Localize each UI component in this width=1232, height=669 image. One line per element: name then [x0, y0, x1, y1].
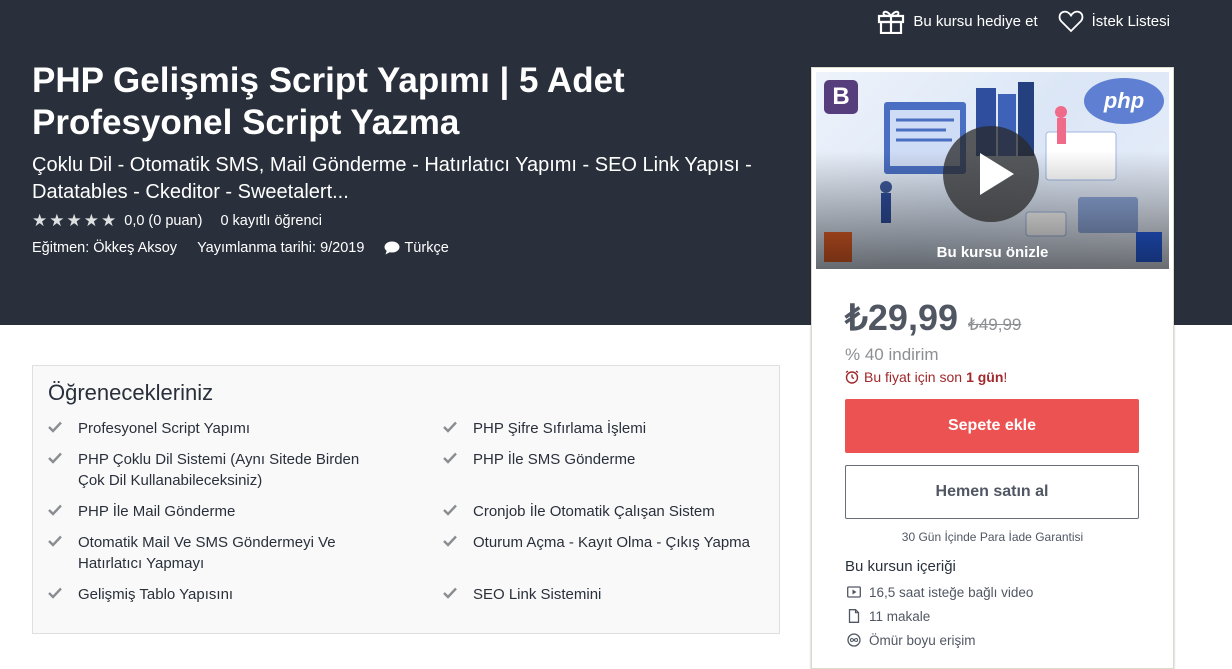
enrolled-count: 0 kayıtlı öğrenci	[220, 212, 323, 229]
buy-now-button[interactable]: Hemen satın al	[845, 465, 1139, 519]
include-label: Ömür boyu erişim	[869, 632, 976, 648]
what-you-will-learn: Öğrenecekleriniz Profesyonel Script Yapı…	[32, 365, 780, 634]
video-icon	[847, 586, 861, 598]
instructor[interactable]: Eğitmen: Ökkeş Aksoy	[32, 240, 177, 256]
learn-item-text: Otomatik Mail Ve SMS Göndermeyi Ve Hatır…	[78, 534, 336, 572]
check-icon	[443, 421, 457, 433]
check-icon	[443, 535, 457, 547]
original-price: ₺49,99	[968, 315, 1022, 334]
learn-item: SEO Link Sistemini	[443, 584, 763, 605]
star-icon: ★	[32, 211, 48, 230]
learn-item: PHP İle SMS Gönderme	[443, 449, 763, 470]
price-timer: Bu fiyat için son 1 gün!	[845, 369, 1007, 385]
meta-row: Eğitmen: Ökkeş Aksoy Yayımlanma tarihi: …	[32, 240, 449, 256]
course-title: PHP Gelişmiş Script Yapımı | 5 Adet Prof…	[32, 61, 625, 142]
play-button[interactable]	[943, 126, 1039, 222]
infinity-icon	[847, 633, 861, 647]
alarm-clock-icon	[845, 370, 859, 384]
learn-item: PHP Şifre Sıfırlama İşlemi	[443, 418, 763, 439]
learn-item-text: PHP Çoklu Dil Sistemi (Aynı Sitede Birde…	[78, 451, 360, 489]
check-icon	[48, 452, 62, 464]
article-icon	[848, 609, 860, 623]
rating-row: ★ ★ ★ ★ ★ 0,0 (0 puan) 0 kayıtlı öğrenci	[32, 212, 322, 229]
learn-item: PHP İle Mail Gönderme	[48, 501, 368, 522]
learn-item-text: Profesyonel Script Yapımı	[78, 420, 251, 437]
include-item-lifetime: Ömür boyu erişim	[847, 628, 1033, 652]
gift-course-button[interactable]: Bu kursu hediye et	[877, 8, 1038, 34]
bootstrap-logo: B	[824, 80, 858, 114]
preview-label: Bu kursu önizle	[936, 244, 1049, 261]
check-icon	[48, 587, 62, 599]
money-back-guarantee: 30 Gün İçinde Para İade Garantisi	[901, 530, 1084, 544]
include-item-articles: 11 makale	[847, 604, 1033, 628]
include-item-video: 16,5 saat isteğe bağlı video	[847, 580, 1033, 604]
learn-title: Öğrenecekleriniz	[48, 380, 214, 405]
current-price: ₺29,99	[845, 297, 958, 338]
course-subtitle: Çoklu Dil - Otomatik SMS, Mail Gönderme …	[32, 154, 752, 203]
learn-item-text: PHP İle SMS Gönderme	[473, 451, 636, 468]
learn-item: Profesyonel Script Yapımı	[48, 418, 368, 439]
rating-value: 0,0 (0 puan)	[124, 212, 203, 229]
gift-icon	[878, 10, 905, 34]
learn-item: Gelişmiş Tablo Yapısını	[48, 584, 368, 605]
discount-label: % 40 indirim	[845, 345, 939, 364]
learn-item-text: Gelişmiş Tablo Yapısını	[78, 586, 234, 603]
heart-icon	[1058, 10, 1083, 33]
language-label: Türkçe	[404, 240, 449, 256]
gift-course-label: Bu kursu hediye et	[913, 12, 1038, 30]
timer-remaining: 1 gün	[966, 369, 1004, 385]
star-icon: ★	[101, 211, 117, 230]
star-icon: ★	[49, 211, 65, 230]
purchase-card: B php Bu kursu önizle ₺29,99 ₺49,99 % 40…	[811, 67, 1174, 669]
check-icon	[48, 535, 62, 547]
check-icon	[48, 504, 62, 516]
learn-item-text: Oturum Açma - Kayıt Olma - Çıkış Yapma	[473, 534, 751, 551]
include-label: 16,5 saat isteğe bağlı video	[869, 584, 1034, 600]
play-icon	[980, 153, 1014, 195]
php-logo: php	[1084, 78, 1164, 124]
includes-title: Bu kursun içeriği	[845, 558, 956, 575]
check-icon	[48, 421, 62, 433]
check-icon	[443, 504, 457, 516]
top-actions: Bu kursu hediye et İstek Listesi	[877, 8, 1170, 34]
learn-item: PHP Çoklu Dil Sistemi (Aynı Sitede Birde…	[48, 449, 368, 491]
learn-item-text: PHP İle Mail Gönderme	[78, 503, 236, 520]
star-icon: ★	[66, 211, 82, 230]
learn-item: Oturum Açma - Kayıt Olma - Çıkış Yapma	[443, 532, 763, 553]
timer-prefix: Bu fiyat için son	[864, 369, 963, 385]
learn-item: Otomatik Mail Ve SMS Göndermeyi Ve Hatır…	[48, 532, 368, 574]
add-to-cart-button[interactable]: Sepete ekle	[845, 399, 1139, 453]
learn-item-text: Cronjob İle Otomatik Çalışan Sistem	[473, 503, 715, 520]
comment-icon	[384, 241, 400, 255]
wishlist-button[interactable]: İstek Listesi	[1058, 9, 1170, 33]
timer-suffix: !	[1003, 369, 1008, 385]
learn-item-text: SEO Link Sistemini	[473, 586, 602, 603]
learn-item-text: PHP Şifre Sıfırlama İşlemi	[473, 420, 647, 437]
published-date: Yayımlanma tarihi: 9/2019	[197, 240, 365, 256]
wishlist-label: İstek Listesi	[1091, 12, 1170, 30]
include-label: 11 makale	[869, 608, 931, 624]
language: Türkçe	[384, 240, 449, 256]
learn-item: Cronjob İle Otomatik Çalışan Sistem	[443, 501, 763, 522]
check-icon	[443, 452, 457, 464]
course-preview[interactable]: B php Bu kursu önizle	[816, 72, 1169, 269]
price-row: ₺29,99 ₺49,99	[845, 297, 1021, 339]
star-rating: ★ ★ ★ ★ ★	[32, 212, 116, 229]
includes-list: 16,5 saat isteğe bağlı video 11 makale Ö…	[847, 580, 1033, 652]
check-icon	[443, 587, 457, 599]
star-icon: ★	[83, 211, 99, 230]
